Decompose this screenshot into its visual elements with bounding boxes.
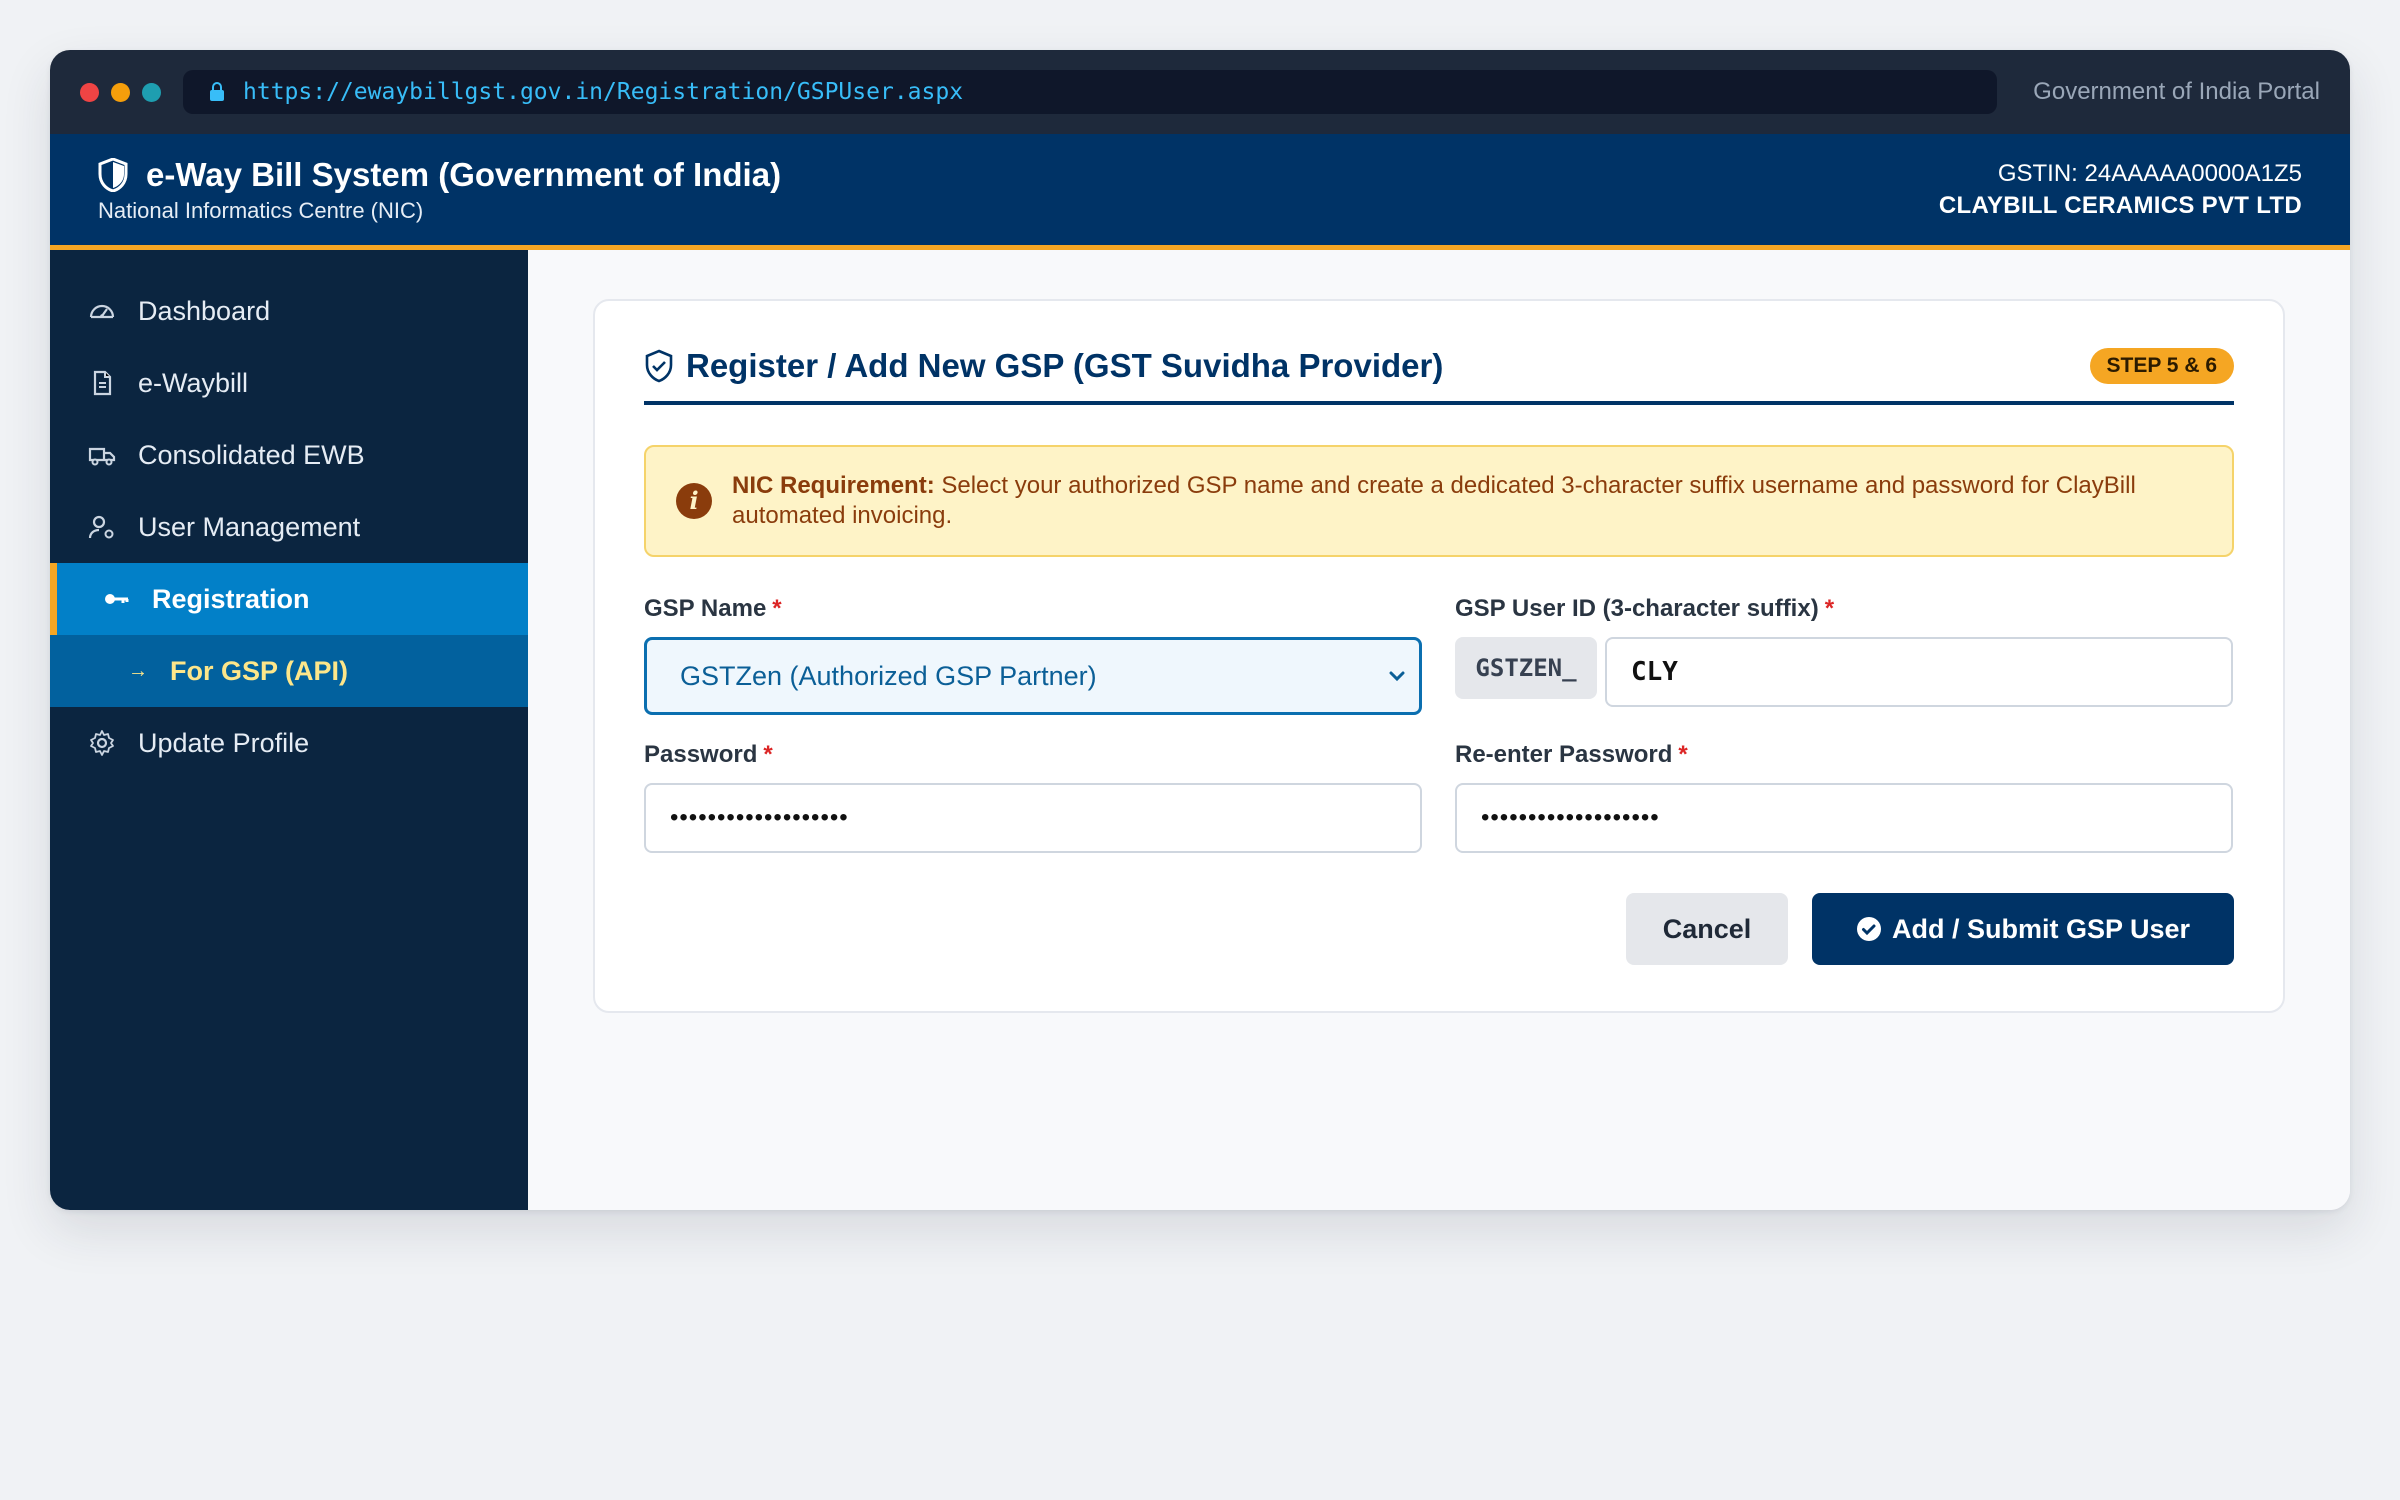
sidebar-item-dashboard[interactable]: Dashboard <box>50 275 528 347</box>
sidebar-item-label: Update Profile <box>138 727 310 758</box>
account-info: GSTIN: 24AAAAA0000A1Z5 CLAYBILL CERAMICS… <box>1939 160 2302 220</box>
browser-window: https://ewaybillgst.gov.in/Registration/… <box>50 50 2350 1210</box>
gsp-registration-card: Register / Add New GSP (GST Suvidha Prov… <box>593 299 2285 1013</box>
sidebar-item-label: Dashboard <box>138 295 271 326</box>
notice-body: Select your authorized GSP name and crea… <box>732 472 2136 529</box>
cancel-button[interactable]: Cancel <box>1626 893 1788 965</box>
lock-icon <box>209 82 225 102</box>
notice-text: NIC Requirement: Select your authorized … <box>732 471 2202 531</box>
info-icon: i <box>676 483 712 519</box>
submit-button-label: Add / Submit GSP User <box>1891 913 2191 944</box>
gsp-user-id-input[interactable]: CLY <box>1605 637 2233 707</box>
gstin-label: GSTIN: 24AAAAA0000A1Z5 <box>1997 159 2302 187</box>
user-id-prefix: GSTZEN_ <box>1455 637 1597 699</box>
password-label: Password <box>644 741 758 768</box>
gsp-name-select[interactable]: GSTZen (Authorized GSP Partner) <box>644 637 1422 715</box>
gsp-user-id-label: GSP User ID (3-character suffix) <box>1455 595 1819 622</box>
nic-requirement-notice: i NIC Requirement: Select your authorize… <box>644 445 2234 557</box>
sidebar-item-update-profile[interactable]: Update Profile <box>50 707 528 779</box>
form-grid: GSP Name * GSTZen (Authorized GSP Partner… <box>644 595 2234 879</box>
minimize-window-button[interactable] <box>111 82 130 102</box>
sidebar-item-label: Consolidated EWB <box>138 439 365 470</box>
required-mark: * <box>772 595 782 622</box>
sidebar-item-registration[interactable]: Registration <box>50 563 528 635</box>
close-window-button[interactable] <box>80 82 99 102</box>
sidebar-item-consolidated-ewb[interactable]: Consolidated EWB <box>50 419 528 491</box>
address-bar[interactable]: https://ewaybillgst.gov.in/Registration/… <box>183 70 1997 114</box>
sidebar-item-label: Registration <box>152 583 310 614</box>
window-controls <box>80 82 161 102</box>
password-input[interactable]: ••••••••••••••••••• <box>644 783 1422 853</box>
shield-icon <box>98 157 128 192</box>
sidebar-item-ewaybill[interactable]: e-Waybill <box>50 347 528 419</box>
chevron-down-icon <box>1389 671 1405 682</box>
check-circle-icon <box>1856 917 1881 941</box>
step-badge: STEP 5 & 6 <box>2089 348 2234 384</box>
url-text: https://ewaybillgst.gov.in/Registration/… <box>243 79 964 105</box>
portal-label: Government of India Portal <box>2033 78 2320 105</box>
required-mark: * <box>1824 595 1835 622</box>
repassword-label: Re-enter Password <box>1455 741 1673 768</box>
truck-icon <box>88 441 116 469</box>
required-mark: * <box>763 741 773 768</box>
gsp-name-value: GSTZen (Authorized GSP Partner) <box>680 660 1097 691</box>
password-field: Password * ••••••••••••••••••• <box>644 741 1422 853</box>
site-header: e-Way Bill System (Government of India) … <box>50 134 2350 250</box>
gsp-user-id-field: GSP User ID (3-character suffix) * GSTZEN… <box>1455 595 2233 715</box>
page-title: Register / Add New GSP (GST Suvidha Prov… <box>686 347 1444 384</box>
submit-gsp-user-button[interactable]: Add / Submit GSP User <box>1812 893 2234 965</box>
form-actions: Cancel Add / Submit GSP User <box>644 893 2234 965</box>
sidebar-item-label: For GSP (API) <box>170 655 349 686</box>
repassword-field: Re-enter Password * ••••••••••••••••••• <box>1455 741 2233 853</box>
shield-check-icon <box>645 349 673 383</box>
sidebar-item-user-management[interactable]: User Management <box>50 491 528 563</box>
required-mark: * <box>1678 741 1688 768</box>
gear-icon <box>88 729 116 757</box>
key-icon <box>102 585 130 613</box>
user-gear-icon <box>88 513 116 541</box>
company-name: CLAYBILL CERAMICS PVT LTD <box>1938 191 2302 219</box>
sidebar-item-label: User Management <box>138 511 361 542</box>
repassword-input[interactable]: ••••••••••••••••••• <box>1455 783 2233 853</box>
sidebar-item-label: e-Waybill <box>138 367 249 398</box>
browser-chrome: https://ewaybillgst.gov.in/Registration/… <box>50 50 2350 134</box>
site-subtitle: National Informatics Centre (NIC) <box>98 197 424 223</box>
sidebar: Dashboard e-Waybill Consolidated EWB Use… <box>50 250 528 1210</box>
sidebar-item-for-gsp-api[interactable]: → For GSP (API) <box>50 635 528 707</box>
notice-heading: NIC Requirement: <box>732 472 935 499</box>
gauge-icon <box>88 297 116 325</box>
main-content: Register / Add New GSP (GST Suvidha Prov… <box>528 250 2350 1210</box>
gsp-name-field: GSP Name * GSTZen (Authorized GSP Partner… <box>644 595 1422 715</box>
arrow-right-icon: → <box>128 659 148 682</box>
gsp-name-label: GSP Name <box>644 595 767 622</box>
document-icon <box>88 369 116 397</box>
site-title: e-Way Bill System (Government of India) <box>146 155 782 193</box>
maximize-window-button[interactable] <box>142 82 161 102</box>
brand: e-Way Bill System (Government of India) … <box>98 156 781 224</box>
card-header: Register / Add New GSP (GST Suvidha Prov… <box>644 347 2234 405</box>
